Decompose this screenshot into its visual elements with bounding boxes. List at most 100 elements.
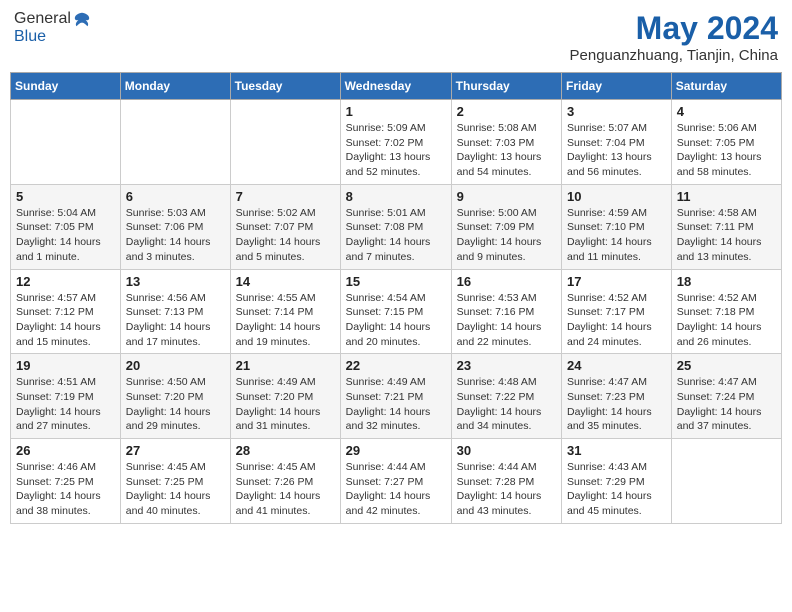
day-number: 2 <box>457 104 556 119</box>
calendar-cell <box>11 100 121 185</box>
day-number: 21 <box>236 358 335 373</box>
day-number: 19 <box>16 358 115 373</box>
calendar-cell: 5 Sunrise: 5:04 AMSunset: 7:05 PMDaylight… <box>11 184 121 269</box>
calendar-day-header: Saturday <box>671 73 781 100</box>
calendar-cell: 30 Sunrise: 4:44 AMSunset: 7:28 PMDayligh… <box>451 439 561 524</box>
calendar-cell: 10 Sunrise: 4:59 AMSunset: 7:10 PMDayligh… <box>562 184 672 269</box>
calendar-cell: 17Sunrise: 4:52 AMSunset: 7:17 PMDayligh… <box>562 269 672 354</box>
logo-blue-text: Blue <box>14 28 91 46</box>
day-info: Sunrise: 5:07 AMSunset: 7:04 PMDaylight:… <box>567 121 666 180</box>
calendar-day-header: Wednesday <box>340 73 451 100</box>
day-info: Sunrise: 5:06 AMSunset: 7:05 PMDaylight:… <box>677 121 776 180</box>
calendar-cell: 19 Sunrise: 4:51 AMSunset: 7:19 PMDayligh… <box>11 354 121 439</box>
day-info: Sunrise: 5:08 AMSunset: 7:03 PMDaylight:… <box>457 121 556 180</box>
title-section: May 2024 Penguanzhuang, Tianjin, China <box>570 10 779 64</box>
calendar-cell: 29Sunrise: 4:44 AMSunset: 7:27 PMDayligh… <box>340 439 451 524</box>
calendar-cell <box>671 439 781 524</box>
day-info: Sunrise: 4:49 AMSunset: 7:20 PMDaylight:… <box>236 375 335 434</box>
calendar-cell: 3 Sunrise: 5:07 AMSunset: 7:04 PMDaylight… <box>562 100 672 185</box>
day-number: 28 <box>236 443 335 458</box>
day-info: Sunrise: 5:03 AMSunset: 7:06 PMDaylight:… <box>126 206 225 265</box>
calendar-week-row: 19 Sunrise: 4:51 AMSunset: 7:19 PMDayligh… <box>11 354 782 439</box>
day-info: Sunrise: 4:46 AMSunset: 7:25 PMDaylight:… <box>16 460 115 519</box>
day-number: 31 <box>567 443 666 458</box>
day-number: 17 <box>567 274 666 289</box>
calendar-cell: 22Sunrise: 4:49 AMSunset: 7:21 PMDayligh… <box>340 354 451 439</box>
day-number: 25 <box>677 358 776 373</box>
day-info: Sunrise: 4:57 AMSunset: 7:12 PMDaylight:… <box>16 291 115 350</box>
day-number: 23 <box>457 358 556 373</box>
calendar-cell: 11 Sunrise: 4:58 AMSunset: 7:11 PMDayligh… <box>671 184 781 269</box>
calendar-cell <box>120 100 230 185</box>
day-number: 3 <box>567 104 666 119</box>
day-number: 13 <box>126 274 225 289</box>
day-number: 11 <box>677 189 776 204</box>
day-info: Sunrise: 4:55 AMSunset: 7:14 PMDaylight:… <box>236 291 335 350</box>
page-header: General Blue May 2024 Penguanzhuang, Tia… <box>10 10 782 64</box>
location-title: Penguanzhuang, Tianjin, China <box>570 47 779 64</box>
day-number: 1 <box>346 104 446 119</box>
day-info: Sunrise: 4:47 AMSunset: 7:24 PMDaylight:… <box>677 375 776 434</box>
day-number: 24 <box>567 358 666 373</box>
calendar-week-row: 12 Sunrise: 4:57 AMSunset: 7:12 PMDayligh… <box>11 269 782 354</box>
day-number: 20 <box>126 358 225 373</box>
calendar-cell: 18 Sunrise: 4:52 AMSunset: 7:18 PMDayligh… <box>671 269 781 354</box>
day-info: Sunrise: 5:04 AMSunset: 7:05 PMDaylight:… <box>16 206 115 265</box>
calendar-week-row: 1 Sunrise: 5:09 AMSunset: 7:02 PMDaylight… <box>11 100 782 185</box>
day-info: Sunrise: 4:51 AMSunset: 7:19 PMDaylight:… <box>16 375 115 434</box>
day-number: 6 <box>126 189 225 204</box>
day-info: Sunrise: 4:44 AMSunset: 7:28 PMDaylight:… <box>457 460 556 519</box>
day-info: Sunrise: 4:52 AMSunset: 7:18 PMDaylight:… <box>677 291 776 350</box>
day-number: 18 <box>677 274 776 289</box>
day-info: Sunrise: 4:49 AMSunset: 7:21 PMDaylight:… <box>346 375 446 434</box>
day-number: 27 <box>126 443 225 458</box>
day-info: Sunrise: 4:47 AMSunset: 7:23 PMDaylight:… <box>567 375 666 434</box>
logo: General Blue <box>14 10 91 46</box>
day-info: Sunrise: 4:56 AMSunset: 7:13 PMDaylight:… <box>126 291 225 350</box>
day-info: Sunrise: 4:45 AMSunset: 7:26 PMDaylight:… <box>236 460 335 519</box>
month-title: May 2024 <box>570 10 779 47</box>
day-info: Sunrise: 4:50 AMSunset: 7:20 PMDaylight:… <box>126 375 225 434</box>
calendar-cell: 16Sunrise: 4:53 AMSunset: 7:16 PMDayligh… <box>451 269 561 354</box>
day-info: Sunrise: 4:45 AMSunset: 7:25 PMDaylight:… <box>126 460 225 519</box>
day-number: 10 <box>567 189 666 204</box>
calendar-cell: 12 Sunrise: 4:57 AMSunset: 7:12 PMDayligh… <box>11 269 121 354</box>
calendar-table: SundayMondayTuesdayWednesdayThursdayFrid… <box>10 72 782 524</box>
day-number: 8 <box>346 189 446 204</box>
day-number: 29 <box>346 443 446 458</box>
calendar-cell: 21 Sunrise: 4:49 AMSunset: 7:20 PMDayligh… <box>230 354 340 439</box>
day-info: Sunrise: 4:58 AMSunset: 7:11 PMDaylight:… <box>677 206 776 265</box>
calendar-cell: 20 Sunrise: 4:50 AMSunset: 7:20 PMDayligh… <box>120 354 230 439</box>
calendar-header-row: SundayMondayTuesdayWednesdayThursdayFrid… <box>11 73 782 100</box>
day-info: Sunrise: 5:02 AMSunset: 7:07 PMDaylight:… <box>236 206 335 265</box>
calendar-cell: 15Sunrise: 4:54 AMSunset: 7:15 PMDayligh… <box>340 269 451 354</box>
day-number: 4 <box>677 104 776 119</box>
day-number: 30 <box>457 443 556 458</box>
calendar-cell: 6 Sunrise: 5:03 AMSunset: 7:06 PMDaylight… <box>120 184 230 269</box>
calendar-day-header: Thursday <box>451 73 561 100</box>
calendar-cell: 2 Sunrise: 5:08 AMSunset: 7:03 PMDaylight… <box>451 100 561 185</box>
day-info: Sunrise: 5:00 AMSunset: 7:09 PMDaylight:… <box>457 206 556 265</box>
day-info: Sunrise: 4:48 AMSunset: 7:22 PMDaylight:… <box>457 375 556 434</box>
calendar-day-header: Tuesday <box>230 73 340 100</box>
day-number: 14 <box>236 274 335 289</box>
calendar-cell: 23 Sunrise: 4:48 AMSunset: 7:22 PMDayligh… <box>451 354 561 439</box>
calendar-cell: 24 Sunrise: 4:47 AMSunset: 7:23 PMDayligh… <box>562 354 672 439</box>
day-number: 16 <box>457 274 556 289</box>
day-info: Sunrise: 5:09 AMSunset: 7:02 PMDaylight:… <box>346 121 446 180</box>
calendar-cell: 1 Sunrise: 5:09 AMSunset: 7:02 PMDaylight… <box>340 100 451 185</box>
day-number: 7 <box>236 189 335 204</box>
calendar-cell: 8Sunrise: 5:01 AMSunset: 7:08 PMDaylight… <box>340 184 451 269</box>
day-number: 5 <box>16 189 115 204</box>
day-number: 15 <box>346 274 446 289</box>
day-number: 9 <box>457 189 556 204</box>
day-number: 12 <box>16 274 115 289</box>
calendar-cell: 25 Sunrise: 4:47 AMSunset: 7:24 PMDayligh… <box>671 354 781 439</box>
calendar-week-row: 26Sunrise: 4:46 AMSunset: 7:25 PMDayligh… <box>11 439 782 524</box>
calendar-cell: 27 Sunrise: 4:45 AMSunset: 7:25 PMDayligh… <box>120 439 230 524</box>
day-info: Sunrise: 4:59 AMSunset: 7:10 PMDaylight:… <box>567 206 666 265</box>
calendar-cell: 7 Sunrise: 5:02 AMSunset: 7:07 PMDaylight… <box>230 184 340 269</box>
calendar-day-header: Friday <box>562 73 672 100</box>
calendar-cell: 9 Sunrise: 5:00 AMSunset: 7:09 PMDaylight… <box>451 184 561 269</box>
calendar-cell: 28 Sunrise: 4:45 AMSunset: 7:26 PMDayligh… <box>230 439 340 524</box>
